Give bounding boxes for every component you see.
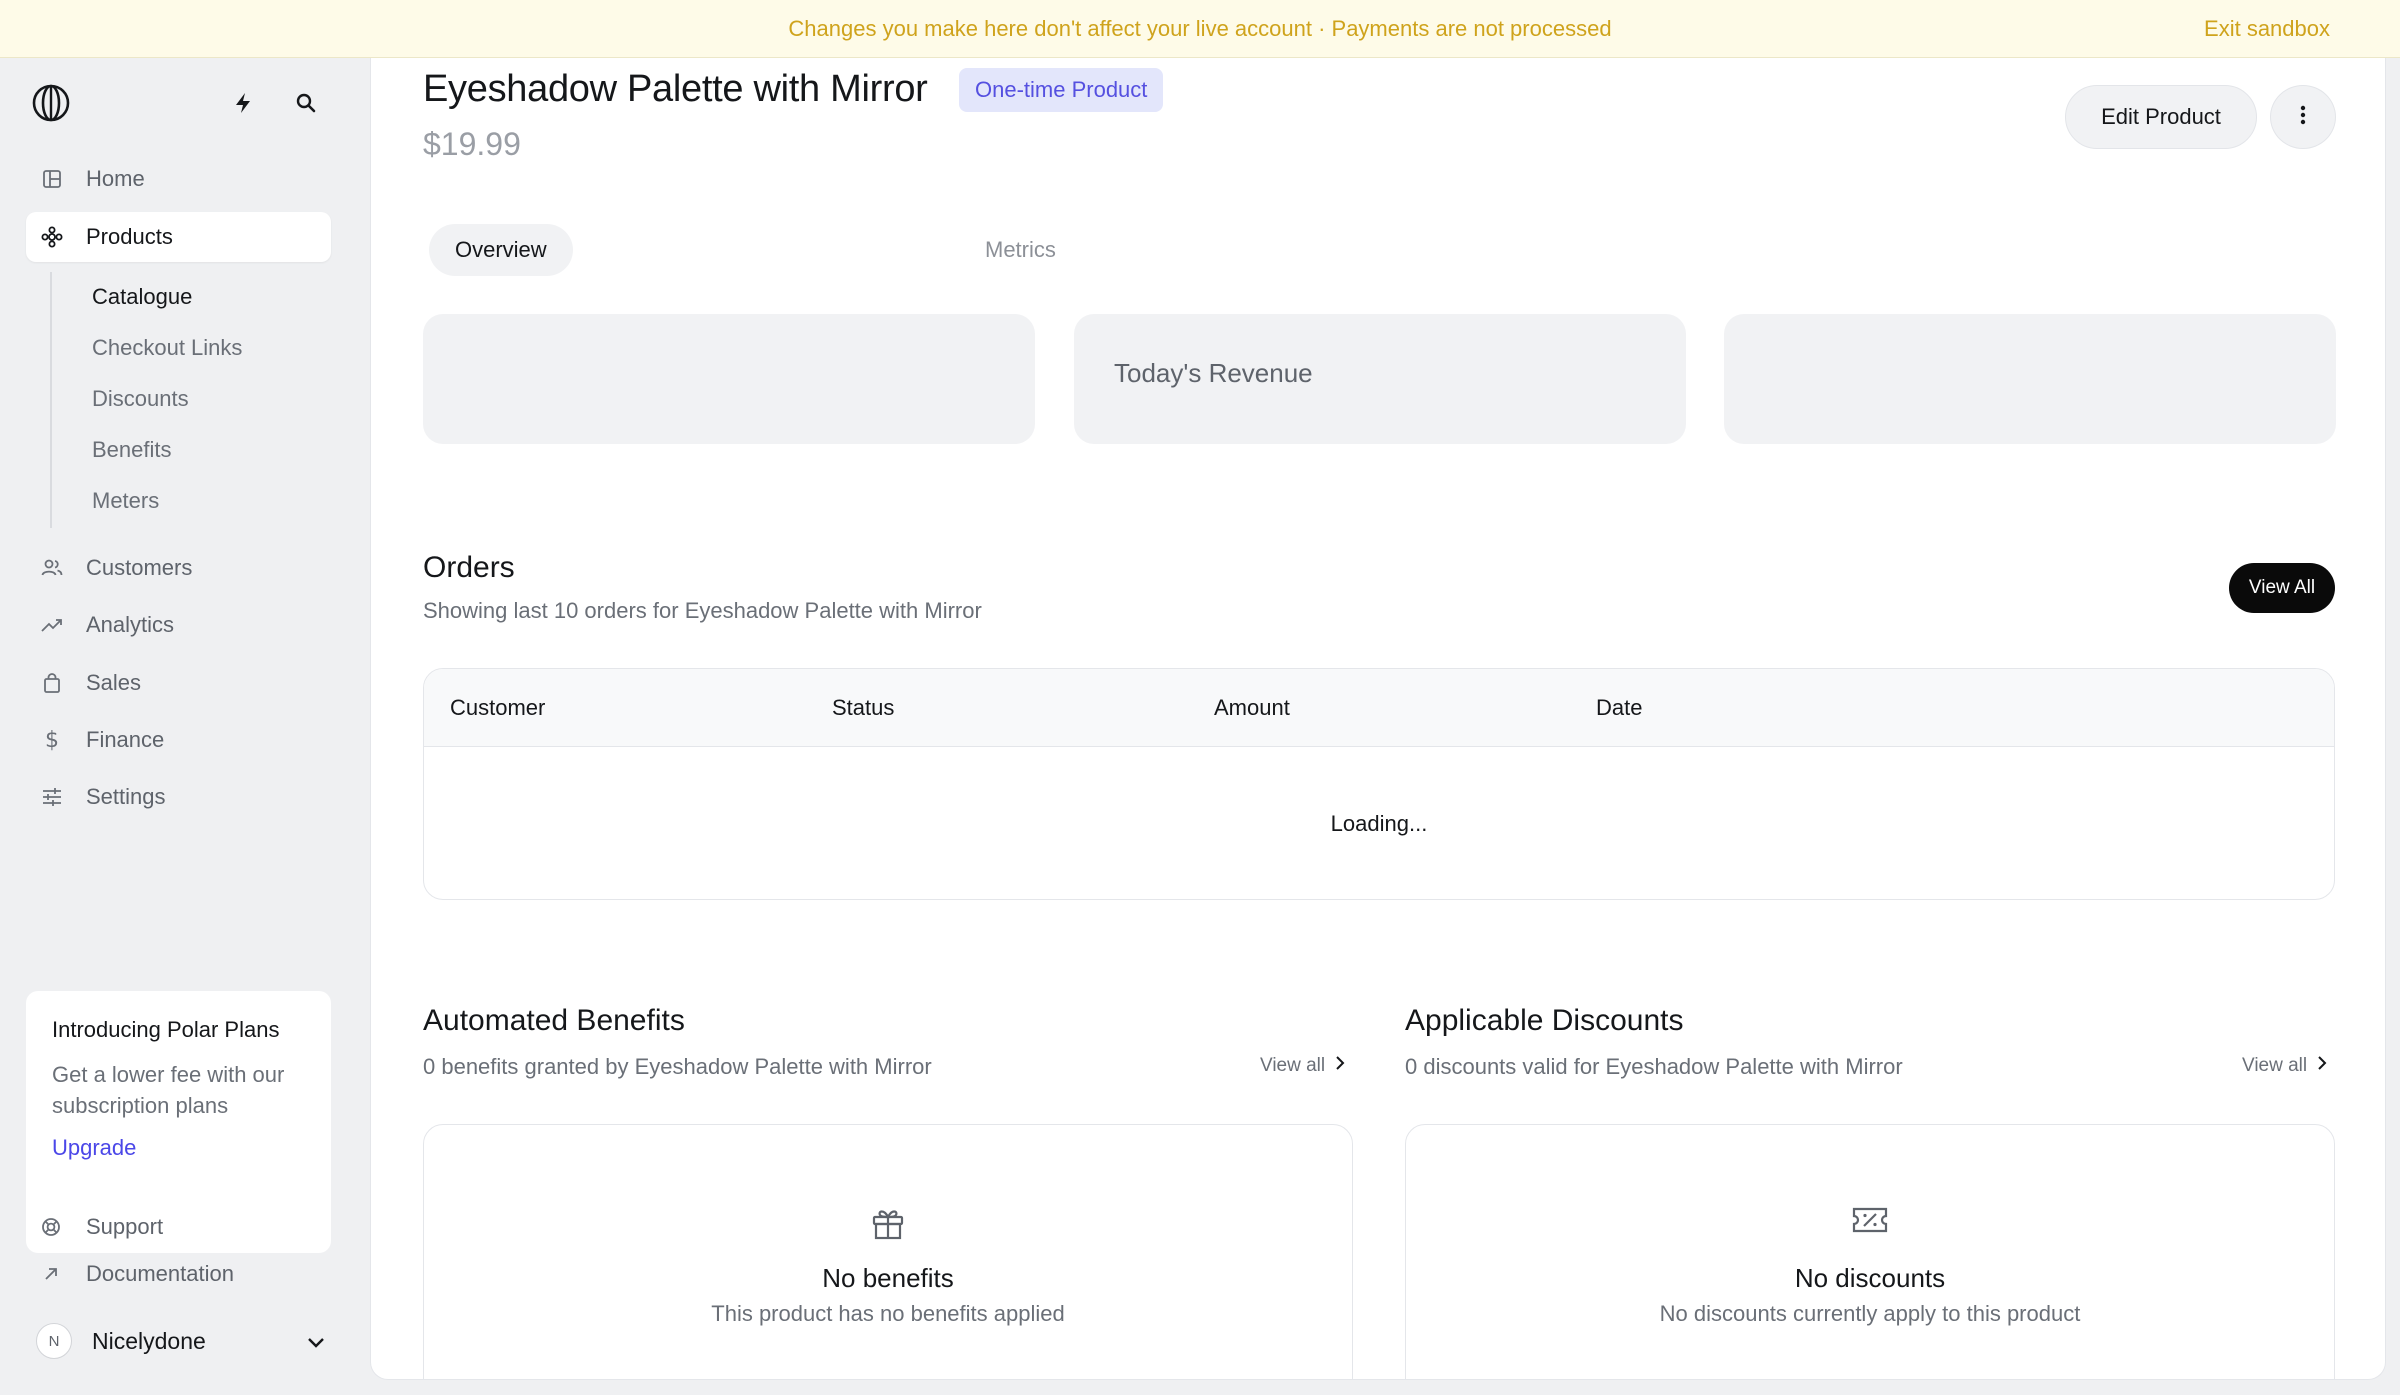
benefits-view-all-link[interactable]: View all	[1260, 1055, 1345, 1077]
benefits-title: Automated Benefits	[423, 1004, 685, 1037]
subnav-item-meters[interactable]: Meters	[92, 483, 159, 519]
sidebar-item-label: Customers	[86, 555, 193, 580]
sidebar-item-label: Finance	[86, 727, 165, 752]
sandbox-banner: Changes you make here don't affect your …	[0, 0, 2400, 58]
orders-title: Orders	[423, 551, 515, 584]
upgrade-link[interactable]: Upgrade	[52, 1135, 305, 1161]
page-title: Eyeshadow Palette with Mirror	[423, 68, 928, 110]
orders-subtitle: Showing last 10 orders for Eyeshadow Pal…	[423, 598, 982, 623]
chevron-right-icon	[1325, 1055, 1345, 1077]
chevron-right-icon	[2307, 1055, 2327, 1077]
more-vertical-icon	[2300, 105, 2306, 130]
tab-overview[interactable]: Overview	[429, 224, 573, 276]
analytics-icon	[40, 613, 64, 637]
empty-subtitle: This product has no benefits applied	[711, 1301, 1065, 1326]
customers-icon	[40, 556, 64, 580]
account-switcher[interactable]: N Nicelydone	[36, 1316, 326, 1366]
external-arrow-icon	[40, 1263, 62, 1285]
loading-text: Loading...	[1330, 811, 1428, 836]
footer-link-label: Documentation	[86, 1261, 234, 1286]
shopping-bag-icon	[40, 671, 64, 695]
subnav-item-discounts[interactable]: Discounts	[92, 381, 189, 417]
sidebar-item-label: Settings	[86, 784, 166, 809]
home-icon	[40, 167, 64, 191]
tab-metrics[interactable]: Metrics	[959, 224, 1082, 276]
gift-icon	[424, 1205, 1352, 1241]
sidebar-item-products[interactable]: Products	[26, 212, 331, 262]
stat-card-todays-revenue: Today's Revenue	[1074, 314, 1686, 444]
avatar: N	[36, 1323, 72, 1359]
orders-table: Customer Status Amount Date Loading...	[423, 668, 2335, 900]
products-icon	[40, 225, 64, 249]
orders-view-all-button[interactable]: View All	[2229, 563, 2335, 613]
empty-subtitle: No discounts currently apply to this pro…	[1659, 1301, 2081, 1326]
sidebar-item-finance[interactable]: $ Finance	[26, 715, 331, 765]
account-name: Nicelydone	[92, 1327, 206, 1354]
table-header: Customer Status Amount Date	[424, 669, 2334, 747]
chevron-down-icon	[306, 1329, 326, 1356]
sidebar-item-label: Products	[86, 224, 173, 249]
empty-title: No benefits	[822, 1263, 954, 1293]
sliders-icon	[40, 785, 64, 809]
subnav-item-benefits[interactable]: Benefits	[92, 432, 172, 468]
exit-sandbox-link[interactable]: Exit sandbox	[2204, 0, 2330, 58]
sidebar-item-home[interactable]: Home	[26, 154, 331, 204]
column-header-date[interactable]: Date	[1596, 669, 1642, 747]
edit-product-button[interactable]: Edit Product	[2065, 85, 2257, 149]
benefits-empty-state: No benefits This product has no benefits…	[423, 1124, 1353, 1379]
sidebar-item-customers[interactable]: Customers	[26, 543, 331, 593]
footer-link-label: Support	[86, 1214, 164, 1239]
product-price: $19.99	[423, 126, 521, 162]
sidebar: Home Products Catalogue Checkout Links D…	[0, 58, 370, 1395]
subnav-rail	[50, 272, 52, 528]
polar-logo-icon[interactable]	[32, 84, 70, 122]
discounts-view-all-link[interactable]: View all	[2242, 1055, 2327, 1077]
stat-card	[1724, 314, 2336, 444]
support-icon	[40, 1216, 62, 1238]
promo-description: Get a lower fee with our subscription pl…	[52, 1062, 285, 1118]
sidebar-item-label: Sales	[86, 670, 142, 695]
sidebar-item-sales[interactable]: Sales	[26, 658, 331, 708]
subnav-item-catalogue[interactable]: Catalogue	[92, 279, 192, 315]
main-panel: Eyeshadow Palette with Mirror One-time P…	[370, 58, 2386, 1380]
column-header-customer[interactable]: Customer	[450, 669, 545, 747]
documentation-link[interactable]: Documentation	[40, 1257, 234, 1291]
product-type-badge: One-time Product	[959, 68, 1164, 112]
stat-card	[423, 314, 1035, 444]
discounts-title: Applicable Discounts	[1405, 1004, 1684, 1037]
discounts-empty-state: No discounts No discounts currently appl…	[1405, 1124, 2335, 1379]
support-link[interactable]: Support	[40, 1210, 163, 1244]
search-icon[interactable]	[293, 90, 319, 116]
sandbox-message: Changes you make here don't affect your …	[788, 15, 1612, 41]
subnav-item-checkout-links[interactable]: Checkout Links	[92, 330, 242, 366]
column-header-status[interactable]: Status	[832, 669, 894, 747]
more-options-button[interactable]	[2270, 85, 2336, 149]
benefits-subtitle: 0 benefits granted by Eyeshadow Palette …	[423, 1054, 932, 1079]
sidebar-item-settings[interactable]: Settings	[26, 772, 331, 822]
view-all-label: View all	[2242, 1055, 2308, 1076]
promo-title: Introducing Polar Plans	[52, 1017, 280, 1042]
empty-title: No discounts	[1794, 1263, 1946, 1293]
stat-label: Today's Revenue	[1114, 358, 1313, 388]
sidebar-item-label: Analytics	[86, 612, 175, 637]
sidebar-item-analytics[interactable]: Analytics	[26, 600, 331, 650]
lightning-icon[interactable]	[230, 90, 256, 116]
discounts-subtitle: 0 discounts valid for Eyeshadow Palette …	[1405, 1054, 1903, 1079]
dollar-icon: $	[45, 727, 59, 753]
sidebar-item-label: Home	[86, 166, 145, 191]
view-all-label: View all	[1260, 1055, 1326, 1076]
column-header-amount[interactable]: Amount	[1214, 669, 1290, 747]
ticket-percent-icon	[1406, 1205, 2334, 1235]
